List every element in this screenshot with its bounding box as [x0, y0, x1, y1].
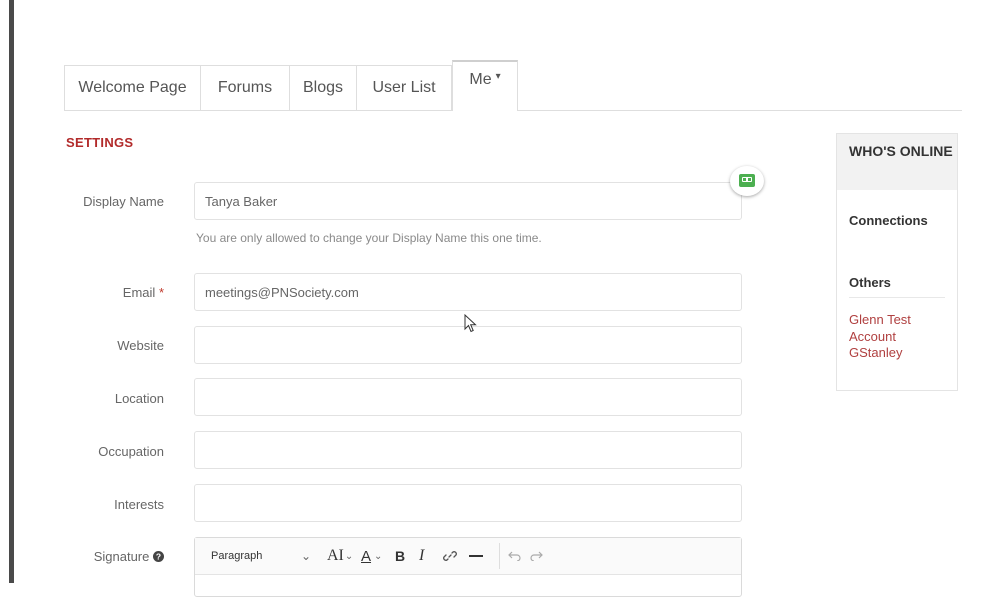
signature-label-text: Signature: [93, 549, 150, 564]
location-label: Location: [114, 391, 164, 406]
display-name-label: Display Name: [83, 194, 164, 209]
chat-widget-button[interactable]: [730, 166, 764, 196]
others-heading: Others: [849, 275, 891, 290]
interests-input[interactable]: [194, 484, 742, 522]
svg-text:?: ?: [156, 552, 161, 562]
tab-label: Me: [469, 71, 492, 88]
chevron-down-icon: ▾: [495, 71, 501, 82]
font-size-label: AI: [327, 547, 344, 564]
display-name-value: Tanya Baker: [205, 193, 278, 209]
text-color-button[interactable]: A ⌄: [361, 538, 395, 574]
whos-online-heading: WHO'S ONLINE: [837, 134, 957, 190]
undo-glyph: [508, 551, 521, 561]
tab-label: User List: [372, 79, 436, 96]
tab-me[interactable]: Me ▾: [452, 60, 518, 111]
email-label-text: Email: [122, 285, 156, 300]
undo-icon[interactable]: [508, 538, 530, 574]
paragraph-label: Paragraph: [211, 550, 263, 562]
chat-bot-icon: [739, 174, 755, 187]
link-icon-glyph: [443, 551, 457, 561]
toolbar-divider: [499, 543, 500, 569]
email-label: Email *: [64, 285, 164, 300]
text-color-label: A: [361, 547, 372, 565]
paragraph-format-select[interactable]: Paragraph: [195, 538, 301, 574]
italic-button[interactable]: I: [419, 538, 443, 574]
tab-label: Welcome Page: [78, 79, 187, 96]
required-marker: *: [158, 285, 164, 300]
signature-editor[interactable]: Paragraph ⌄ AI ⌄ A ⌄ B I: [194, 537, 742, 597]
horizontal-rule-glyph: [469, 555, 483, 557]
tab-label: Forums: [217, 79, 273, 96]
chevron-down-icon: ⌄: [374, 550, 383, 562]
display-name-hint: You are only allowed to change your Disp…: [196, 231, 542, 245]
bold-button[interactable]: B: [395, 538, 419, 574]
tab-forums[interactable]: Forums: [200, 65, 290, 110]
mouse-cursor-icon: [464, 314, 477, 333]
tab-welcome-page[interactable]: Welcome Page: [64, 65, 201, 110]
connections-heading: Connections: [849, 213, 928, 228]
tab-label: Blogs: [302, 79, 344, 96]
left-edge-bar: [9, 0, 14, 583]
online-user-link[interactable]: GStanley: [849, 345, 902, 360]
chevron-down-icon: ⌄: [344, 550, 354, 562]
website-label: Website: [117, 338, 164, 353]
email-input[interactable]: meetings@PNSociety.com: [194, 273, 742, 311]
location-input[interactable]: [194, 378, 742, 416]
question-circle-icon[interactable]: ?: [153, 551, 164, 562]
occupation-label: Occupation: [98, 444, 164, 459]
display-name-input[interactable]: Tanya Baker: [194, 182, 742, 220]
email-value: meetings@PNSociety.com: [205, 284, 359, 300]
sidebar-divider: [849, 297, 945, 298]
tab-blogs[interactable]: Blogs: [289, 65, 357, 110]
whos-online-panel: WHO'S ONLINE Connections Others Glenn Te…: [836, 133, 958, 391]
tab-user-list[interactable]: User List: [356, 65, 452, 110]
chevron-down-icon[interactable]: ⌄: [301, 538, 327, 574]
horizontal-rule-icon[interactable]: [469, 538, 491, 574]
settings-heading: SETTINGS: [66, 135, 134, 150]
main-tabs: Welcome Page Forums Blogs User List Me ▾: [64, 60, 962, 111]
link-icon[interactable]: [443, 538, 469, 574]
online-user-link[interactable]: Glenn Test Account: [849, 311, 949, 345]
occupation-input[interactable]: [194, 431, 742, 469]
redo-glyph: [530, 551, 543, 561]
redo-icon[interactable]: [530, 538, 552, 574]
signature-label: Signature ?: [64, 549, 164, 564]
editor-toolbar: Paragraph ⌄ AI ⌄ A ⌄ B I: [195, 538, 741, 575]
font-size-button[interactable]: AI ⌄: [327, 538, 361, 574]
interests-label: Interests: [114, 497, 164, 512]
